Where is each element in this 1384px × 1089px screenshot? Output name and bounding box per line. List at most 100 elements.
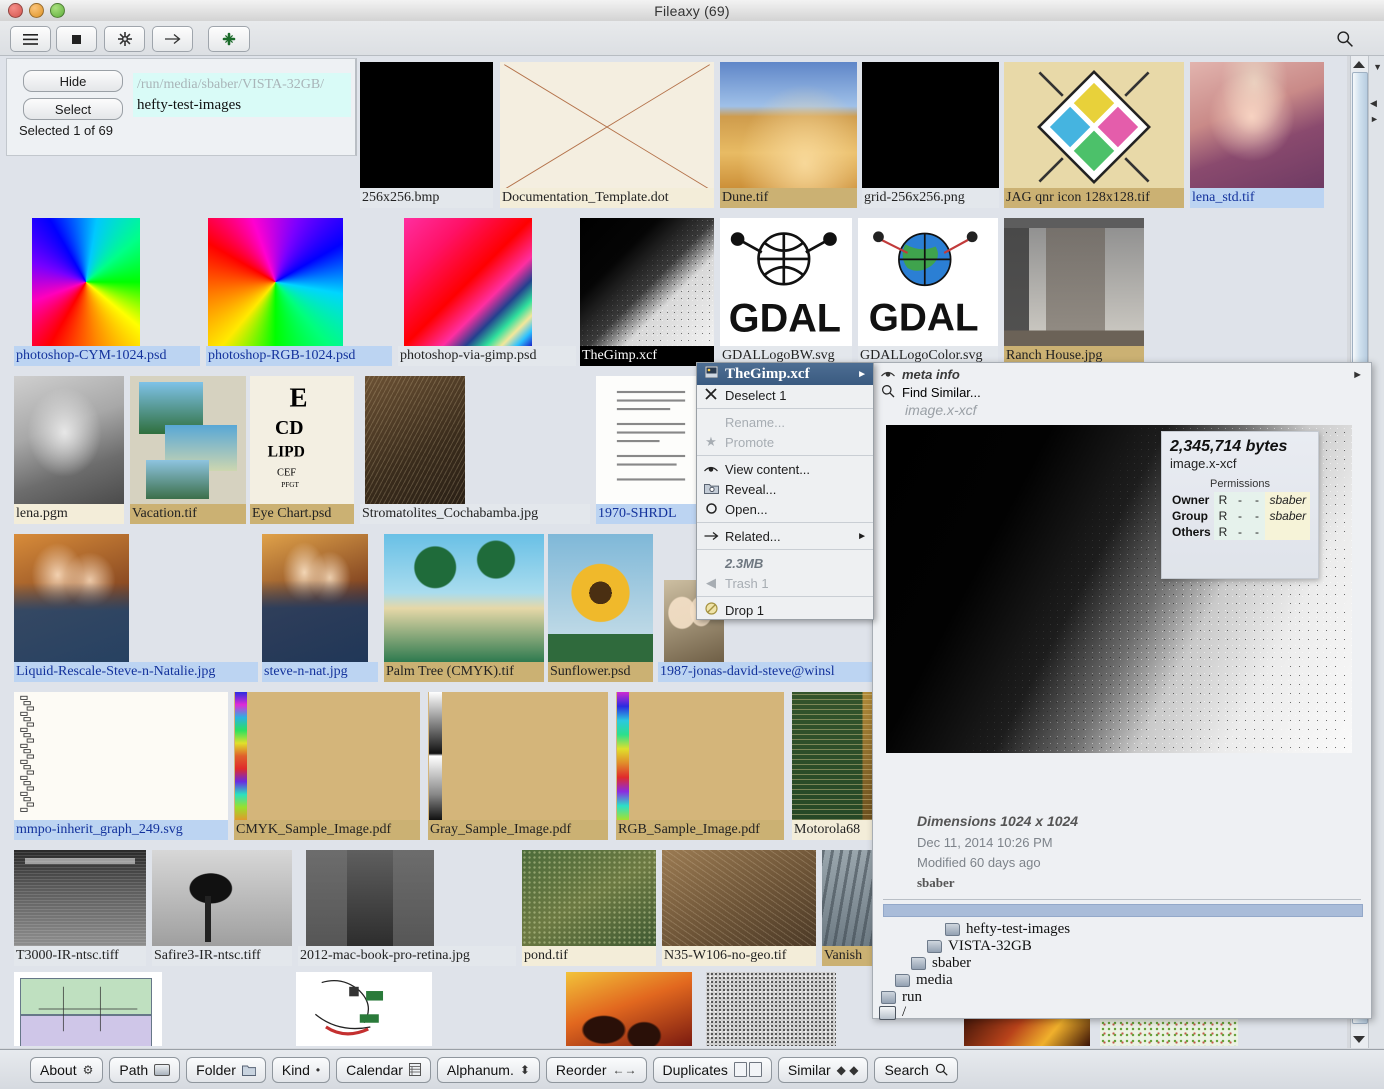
context-menu-item-reveal[interactable]: Reveal... [697,479,873,499]
context-menu-item-rename[interactable]: Rename... [697,412,873,432]
file-label[interactable]: 2012-mac-book-pro-retina.jpg [298,946,516,966]
file-thumbnail[interactable]: GDAL [720,218,852,346]
file-label[interactable]: Palm Tree (CMYK).tif [384,662,544,682]
file-label[interactable]: pond.tif [522,946,656,966]
file-item[interactable]: T3000-IR-ntsc.tiff [14,846,146,968]
file-thumbnail[interactable] [428,692,608,820]
file-label[interactable]: Sunflower.psd [548,662,653,682]
file-item[interactable]: N35-W106-no-geo.tif [662,846,816,968]
breadcrumb-item-sbaber[interactable]: sbaber [911,955,971,972]
file-thumbnail[interactable]: E CD LIPD CEF PFGT [250,376,354,504]
alphanum-button[interactable]: Alphanum. ⬍ [436,1056,540,1083]
file-item[interactable]: 1970-SHRDL [596,372,706,526]
context-menu-item-related[interactable]: Related... ► [697,526,873,546]
file-item[interactable]: Vacation.tif [130,372,246,526]
file-label[interactable]: N35-W106-no-geo.tif [662,946,816,966]
file-label[interactable]: Vacation.tif [130,504,246,524]
scroll-up-arrow-icon[interactable] [1353,61,1365,68]
breadcrumb-item-hefty-test-images[interactable]: hefty-test-images [945,921,1070,938]
file-label[interactable]: lena_std.tif [1190,188,1324,208]
file-item[interactable]: photoshop-via-gimp.psd [398,214,576,368]
file-thumbnail[interactable] [662,850,816,946]
file-label[interactable]: CMYK_Sample_Image.pdf [234,820,420,840]
file-label[interactable]: 1987-jonas-david-steve@winsl [658,662,874,682]
file-item[interactable]: Liquid-Rescale-Steve-n-Natalie.jpg [14,530,258,684]
file-item[interactable]: GDAL GDALLogoColor.svg [858,214,998,368]
file-thumbnail[interactable] [500,62,714,192]
meta-info-row[interactable]: meta info ► [873,366,1371,383]
file-item[interactable]: lena.pgm [14,372,124,526]
path-button[interactable]: Path [109,1056,181,1083]
file-item[interactable]: TheGimp.xcf [580,214,714,368]
file-thumbnail[interactable] [792,692,878,820]
context-menu-item-deselect[interactable]: Deselect 1 [697,385,873,405]
file-item[interactable]: mmpo-inherit_graph_249.svg [14,688,228,842]
file-label[interactable]: lena.pgm [14,504,124,524]
file-item[interactable]: Ranch House.jpg [1004,214,1144,368]
file-thumbnail[interactable] [32,218,140,346]
file-label[interactable]: Documentation_Template.dot [500,188,714,208]
file-label[interactable]: Vanish [822,946,878,966]
file-item[interactable]: 256x256.bmp [360,56,493,210]
toolbar-search-icon[interactable] [1336,30,1354,48]
file-item[interactable]: Gray_Sample_Image.pdf [428,688,608,842]
file-thumbnail[interactable] [306,850,434,946]
file-label[interactable]: photoshop-RGB-1024.psd [206,346,392,366]
file-item[interactable] [14,972,162,1046]
file-info-panel[interactable]: meta info ► Find Similar... image.x-xcf … [872,362,1372,1020]
file-label[interactable]: photoshop-CYM-1024.psd [14,346,200,366]
file-thumbnail[interactable] [365,376,465,504]
file-label[interactable]: grid-256x256.png [862,188,999,208]
file-item[interactable]: Sunflower.psd [548,530,653,684]
context-menu-item-view-content[interactable]: View content... [697,459,873,479]
file-thumbnail[interactable] [1190,62,1324,192]
context-menu-item-drop[interactable]: Drop 1 [697,600,873,620]
file-label[interactable]: Safire3-IR-ntsc.tiff [152,946,292,966]
file-thumbnail[interactable] [152,850,292,946]
file-label[interactable]: JAG qnr icon 128x128.tif [1004,188,1184,208]
file-thumbnail[interactable] [384,534,544,662]
file-label[interactable]: T3000-IR-ntsc.tiff [14,946,146,966]
file-thumbnail[interactable] [262,534,368,662]
breadcrumb-selection-bar[interactable] [883,904,1363,917]
file-thumbnail[interactable] [208,218,343,346]
kind-button[interactable]: Kind • [271,1056,331,1083]
file-label[interactable]: 256x256.bmp [360,188,493,208]
file-label[interactable]: steve-n-nat.jpg [262,662,378,682]
reorder-button[interactable]: Reorder ←→ [545,1056,647,1083]
file-thumbnail[interactable] [822,850,878,946]
file-item[interactable]: GDAL GDALLogoBW.svg [720,214,852,368]
file-item[interactable]: pond.tif [522,846,656,968]
file-item[interactable]: Stromatolites_Cochabamba.jpg [360,372,590,526]
file-item[interactable]: 2012-mac-book-pro-retina.jpg [298,846,516,968]
file-item[interactable]: Vanish [822,846,878,968]
file-item[interactable]: Palm Tree (CMYK).tif [384,530,544,684]
file-item[interactable]: lena_std.tif [1190,56,1324,210]
about-button[interactable]: About ⚙ [30,1056,104,1083]
file-label[interactable]: Eye Chart.psd [250,504,354,524]
file-item[interactable]: Safire3-IR-ntsc.tiff [152,846,292,968]
file-item[interactable]: RGB_Sample_Image.pdf [616,688,784,842]
file-label[interactable]: mmpo-inherit_graph_249.svg [14,820,228,840]
file-item[interactable]: CMYK_Sample_Image.pdf [234,688,420,842]
file-thumbnail[interactable] [720,62,857,192]
file-label[interactable]: Liquid-Rescale-Steve-n-Natalie.jpg [14,662,258,682]
file-label[interactable]: 1970-SHRDL [596,504,706,524]
file-thumbnail[interactable] [580,218,714,346]
file-thumbnail[interactable] [130,376,246,504]
settings-button[interactable] [104,26,145,52]
file-label[interactable]: photoshop-via-gimp.psd [398,346,576,366]
menu-button[interactable] [10,26,51,52]
file-item[interactable] [706,972,836,1046]
calendar-button[interactable]: Calendar [336,1056,431,1083]
file-thumbnail[interactable] [566,972,692,1046]
file-item[interactable]: grid-256x256.png [862,56,999,210]
file-thumbnail[interactable] [14,534,129,662]
file-item[interactable] [296,972,432,1046]
forward-button[interactable] [152,26,193,52]
file-thumbnail[interactable] [404,218,532,346]
file-label[interactable]: Stromatolites_Cochabamba.jpg [360,504,590,524]
file-thumbnail[interactable] [1004,62,1184,192]
file-label[interactable]: Gray_Sample_Image.pdf [428,820,608,840]
file-item[interactable]: Documentation_Template.dot [500,56,714,210]
